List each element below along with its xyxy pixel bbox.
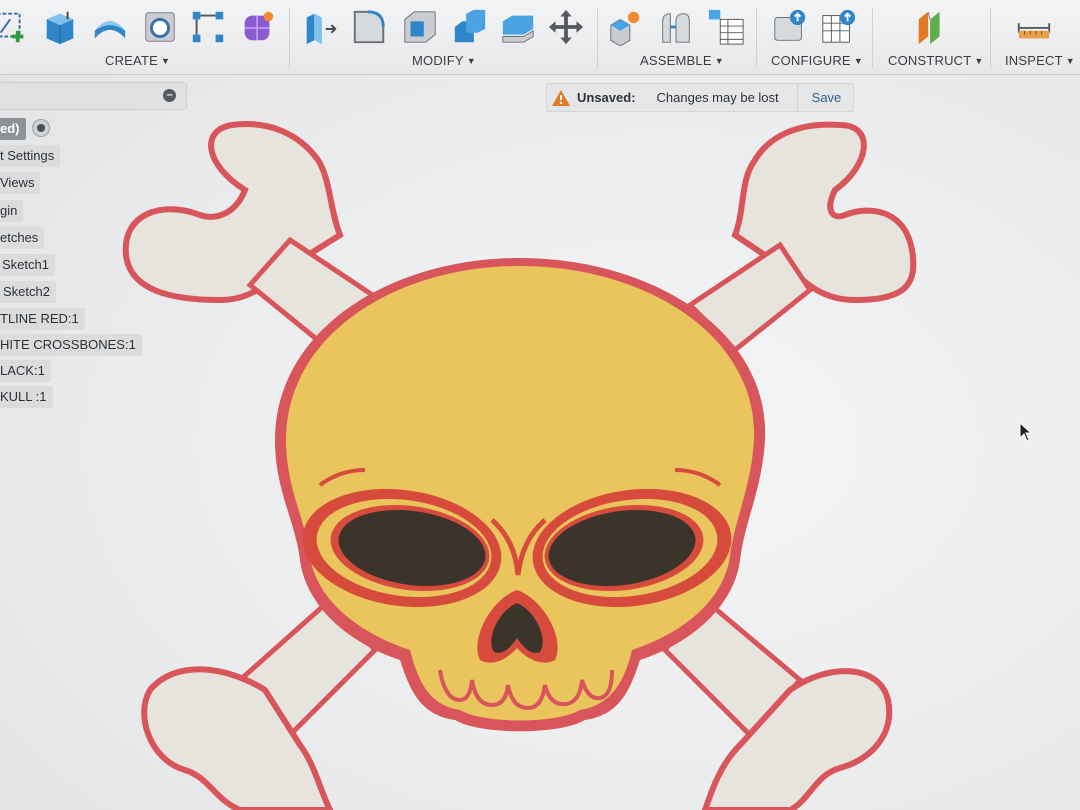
tree-item-label: ed) [0, 121, 20, 136]
divider [990, 8, 991, 68]
divider [756, 8, 757, 68]
divider [289, 8, 290, 68]
joint-icon[interactable] [656, 6, 696, 48]
chevron-down-icon: ▼ [853, 56, 863, 66]
design-canvas[interactable] [0, 0, 1080, 810]
chevron-down-icon: ▼ [466, 56, 476, 66]
move-icon[interactable] [546, 6, 586, 48]
tree-item-skull[interactable]: KULL :1 [0, 386, 53, 408]
active-radio-icon[interactable] [32, 119, 50, 137]
divider [597, 8, 598, 68]
bill-of-materials-icon[interactable] [706, 6, 746, 48]
tree-item-label: etches [0, 230, 39, 245]
tree-item-sketch2[interactable]: Sketch2 [0, 281, 56, 303]
tree-item-label: HITE CROSSBONES:1 [0, 337, 136, 352]
chevron-down-icon: ▼ [974, 56, 984, 66]
pattern-icon[interactable] [188, 6, 228, 48]
chevron-down-icon: ▼ [714, 56, 724, 66]
status-message: Changes may be lost [656, 90, 779, 105]
tree-item-label: LACK:1 [0, 363, 45, 378]
hole-icon[interactable] [140, 6, 180, 48]
configure-table-icon[interactable] [818, 6, 858, 48]
fillet-icon[interactable] [350, 6, 390, 48]
skull [275, 258, 766, 732]
tree-item-views[interactable]: Views [0, 172, 41, 194]
create-menu[interactable]: CREATE ▼ [105, 53, 170, 68]
ribbon-toolbar: CREATE▼ MODIFY▼ ASSEMBLE▼ CONFIGURE▼ [0, 0, 1080, 75]
tree-item-outline-red[interactable]: TLINE RED:1 [0, 308, 85, 330]
tree-item-origin[interactable]: gin [0, 200, 24, 222]
create-sketch-icon[interactable] [0, 6, 32, 48]
tree-item-settings[interactable]: t Settings [0, 145, 61, 167]
assemble-menu[interactable]: ASSEMBLE ▼ [640, 53, 724, 68]
status-label: Unsaved: [577, 90, 636, 105]
chevron-down-icon: ▼ [160, 56, 171, 66]
press-pull-icon[interactable] [300, 6, 340, 48]
configure-parameters-icon[interactable] [770, 6, 810, 48]
configure-menu[interactable]: CONFIGURE ▼ [771, 53, 863, 68]
construct-menu[interactable]: CONSTRUCT ▼ [888, 53, 984, 68]
save-button[interactable]: Save [812, 90, 842, 105]
tree-item-label: TLINE RED:1 [0, 311, 79, 326]
tree-item-label: Views [0, 175, 35, 190]
extrude-icon[interactable] [40, 6, 80, 48]
browser-header: – [0, 82, 187, 110]
collapse-icon[interactable]: – [163, 89, 176, 102]
divider [796, 84, 798, 111]
tree-item-label: Sketch2 [3, 284, 50, 299]
mouse-cursor-icon [1019, 422, 1033, 442]
modify-menu[interactable]: MODIFY ▼ [412, 53, 476, 68]
inspect-menu[interactable]: INSPECT ▼ [1005, 53, 1075, 68]
tree-item-root[interactable]: ed) [0, 118, 26, 140]
tree-item-sketches[interactable]: etches [0, 227, 45, 249]
combine-icon[interactable] [450, 6, 490, 48]
form-icon[interactable] [238, 6, 278, 48]
divider [872, 8, 873, 68]
tree-item-label: t Settings [0, 148, 55, 163]
revolve-icon[interactable] [90, 6, 130, 48]
unsaved-status-bar: Unsaved: Changes may be lost Save [546, 83, 854, 112]
tree-item-label: Sketch1 [2, 257, 49, 272]
tree-item-white-crossbones[interactable]: HITE CROSSBONES:1 [0, 334, 142, 356]
warning-icon [552, 89, 570, 106]
new-component-icon[interactable] [606, 6, 646, 48]
shell-icon[interactable] [400, 6, 440, 48]
crossbones [122, 121, 917, 810]
measure-icon[interactable] [1014, 6, 1054, 48]
tree-item-label: gin [0, 203, 18, 218]
tree-item-sketch1[interactable]: Sketch1 [0, 254, 55, 276]
offset-face-icon[interactable] [498, 6, 538, 48]
tree-item-label: KULL :1 [0, 389, 47, 404]
tree-item-black[interactable]: LACK:1 [0, 360, 51, 382]
offset-plane-icon[interactable] [912, 6, 952, 48]
chevron-down-icon: ▼ [1065, 56, 1075, 66]
